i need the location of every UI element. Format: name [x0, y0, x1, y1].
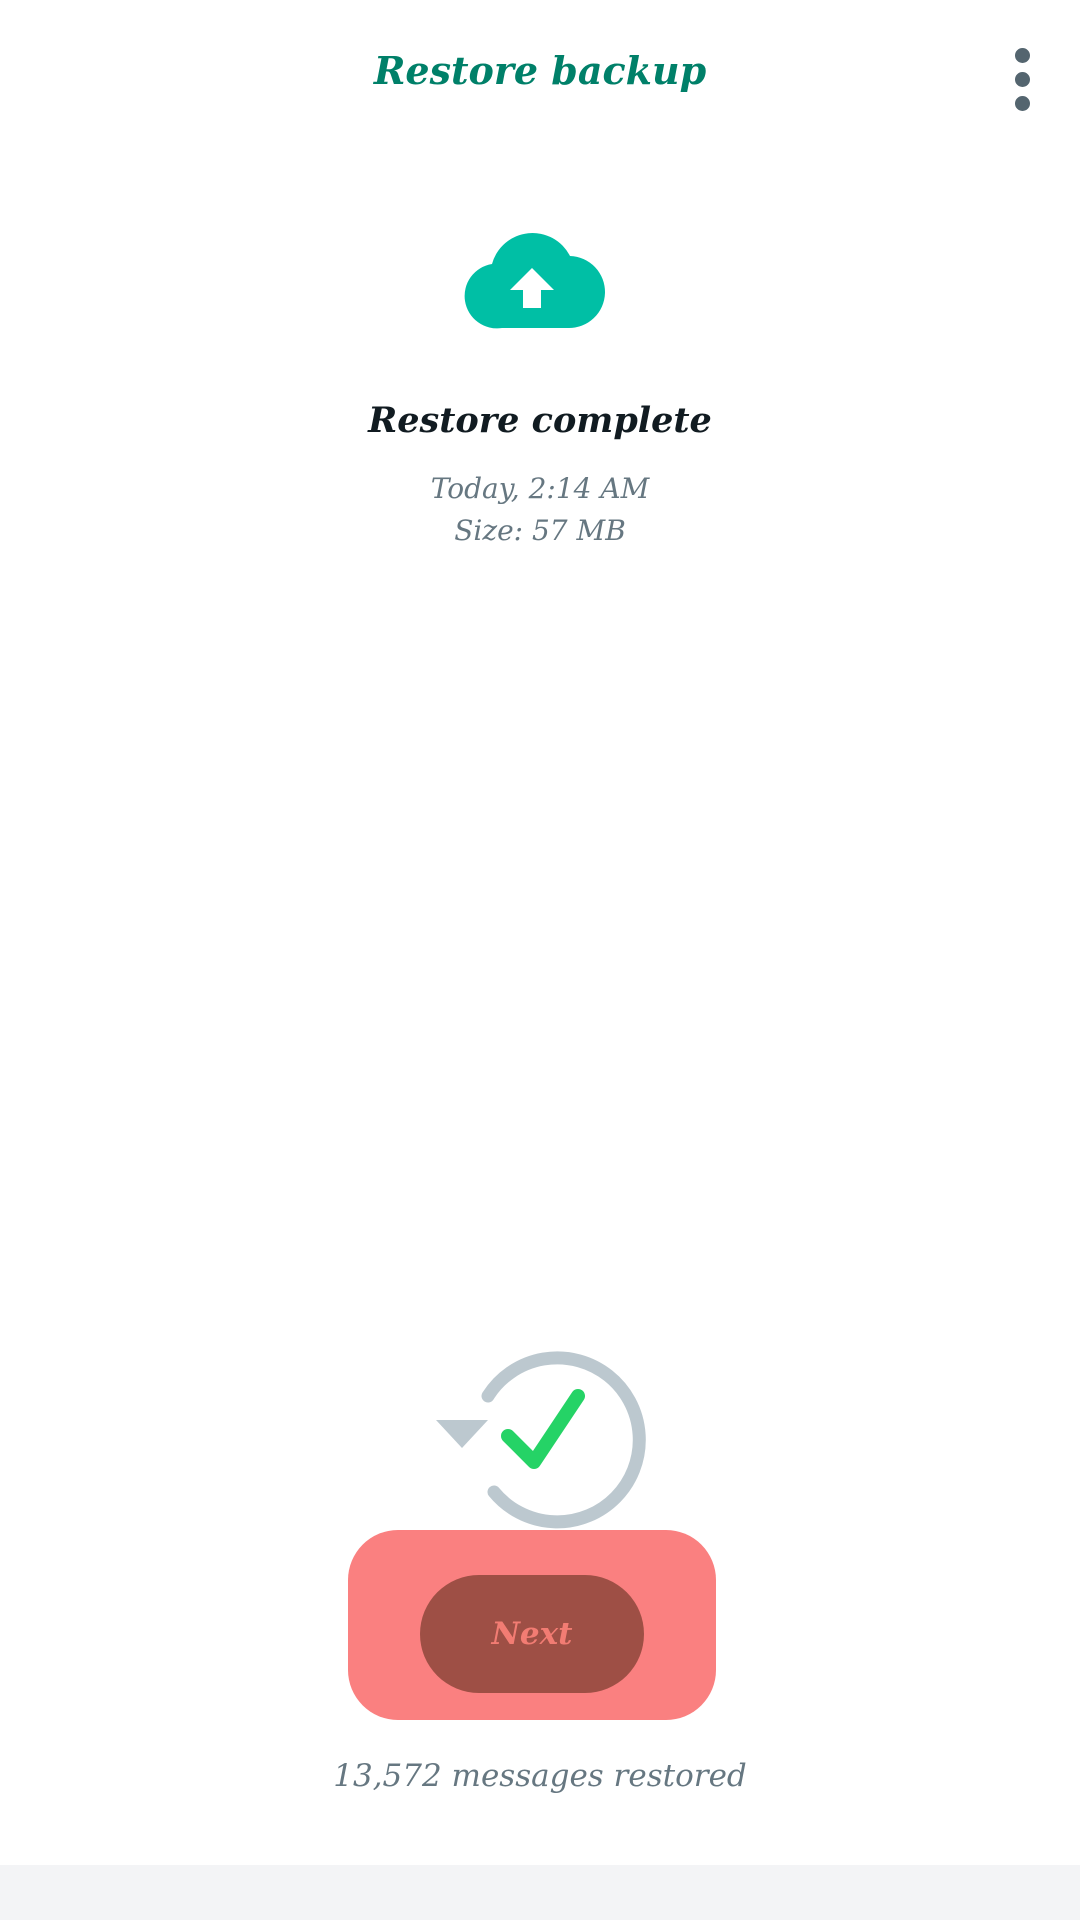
cloud-upload-icon [464, 232, 605, 329]
navigation-bar [0, 1865, 1080, 1920]
messages-restored-count: 13,572 messages restored [333, 1758, 747, 1794]
more-vert-icon[interactable] [994, 44, 1050, 114]
backup-date: Today, 2:14 AM [430, 472, 650, 505]
menu-dot [1014, 71, 1030, 87]
menu-dot [1014, 47, 1030, 63]
restore-check-icon [436, 1351, 646, 1529]
page-title: Restore backup [373, 48, 707, 93]
next-button[interactable]: Next [420, 1575, 644, 1693]
restore-backup-screen: Restore backup Restore complete Today, 2… [0, 0, 1080, 1920]
backup-size: Size: 57 MB [454, 514, 626, 547]
menu-dot [1014, 95, 1030, 111]
restore-status-title: Restore complete [368, 400, 712, 441]
